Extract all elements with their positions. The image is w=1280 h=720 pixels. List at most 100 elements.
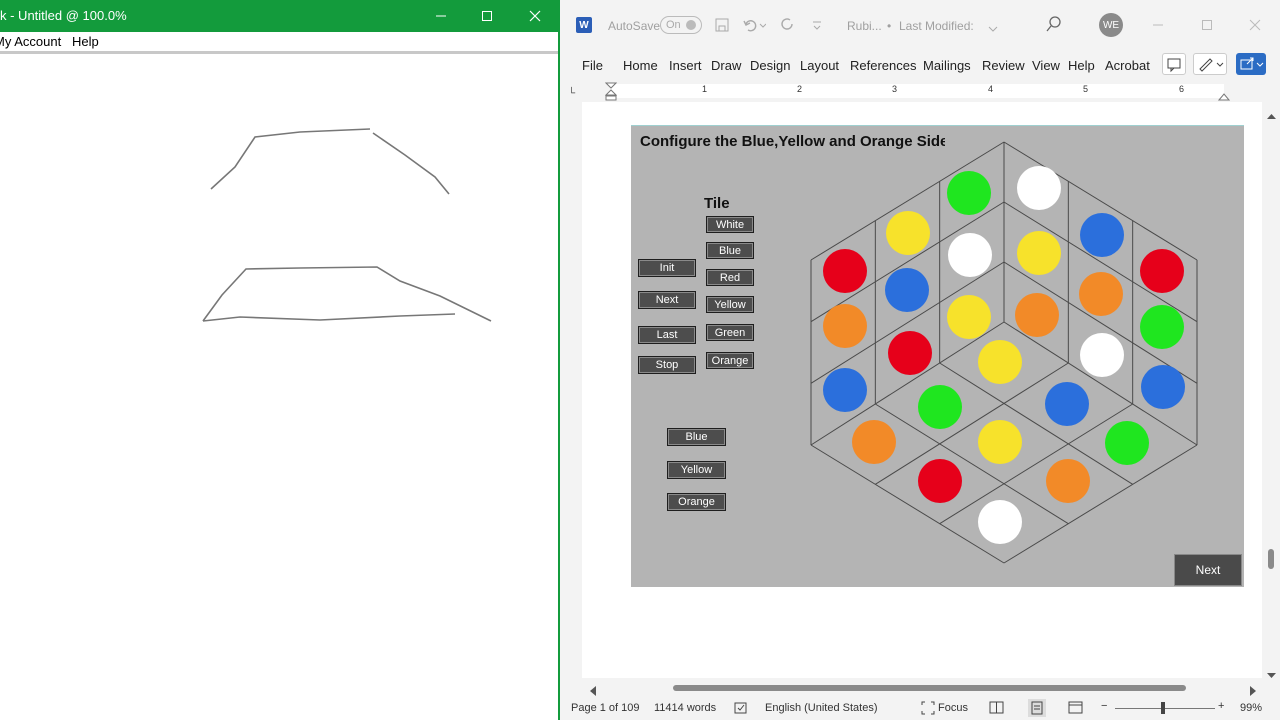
word-close-icon[interactable] — [1232, 9, 1278, 41]
cube-tile-orange[interactable] — [823, 304, 867, 348]
cube-tile-yellow[interactable] — [978, 340, 1022, 384]
cube-tile-white[interactable] — [1017, 166, 1061, 210]
word-maximize-icon[interactable] — [1184, 9, 1230, 41]
word-count[interactable]: 11414 words — [654, 702, 716, 714]
drawing-canvas[interactable] — [0, 55, 558, 720]
tab-design[interactable]: Design — [750, 58, 790, 73]
cube-tile-red[interactable] — [888, 331, 932, 375]
cube-tile-blue[interactable] — [1045, 382, 1089, 426]
page-count[interactable]: Page 1 of 109 — [571, 702, 640, 714]
word-minimize-icon[interactable] — [1135, 9, 1181, 41]
cube-tile-green[interactable] — [918, 385, 962, 429]
document-name[interactable]: Rubi... — [847, 19, 882, 33]
save-icon[interactable] — [714, 17, 730, 38]
cube-tile-red[interactable] — [823, 249, 867, 293]
cube-tile-blue[interactable] — [823, 368, 867, 412]
ribbon-tabs: File Home Insert Draw Design Layout Refe… — [560, 50, 1280, 80]
language[interactable]: English (United States) — [765, 702, 878, 714]
customize-toolbar-icon[interactable] — [812, 19, 822, 37]
tab-draw[interactable]: Draw — [711, 58, 741, 73]
tab-references[interactable]: References — [850, 58, 916, 73]
sketch-stroke-top-right — [372, 132, 450, 195]
grid-line — [875, 362, 1069, 485]
vertical-scroll-thumb[interactable] — [1268, 549, 1274, 569]
read-mode-icon[interactable] — [989, 701, 1005, 718]
cube-diagram[interactable] — [631, 126, 1244, 587]
zoom-slider-thumb[interactable] — [1161, 702, 1165, 714]
tab-help[interactable]: Help — [1068, 58, 1095, 73]
share-icon[interactable] — [1236, 53, 1266, 75]
scroll-up-icon[interactable] — [1267, 107, 1276, 125]
ruler-number: 4 — [988, 84, 994, 94]
cube-tile-orange[interactable] — [1046, 459, 1090, 503]
focus-icon[interactable] — [921, 701, 935, 718]
menu-help[interactable]: Help — [72, 34, 99, 49]
cube-tile-yellow[interactable] — [978, 420, 1022, 464]
horizontal-scroll-thumb[interactable] — [673, 685, 1186, 691]
tab-insert[interactable]: Insert — [669, 58, 702, 73]
chevron-down-icon[interactable] — [988, 20, 998, 38]
comments-icon[interactable] — [1162, 53, 1186, 75]
tab-acrobat[interactable]: Acrobat — [1105, 58, 1150, 73]
user-avatar[interactable]: WE — [1099, 13, 1123, 37]
focus-label[interactable]: Focus — [938, 702, 968, 714]
cube-tile-blue[interactable] — [1141, 365, 1185, 409]
tab-stop-icon[interactable]: └ — [568, 88, 575, 99]
close-icon[interactable] — [512, 0, 558, 32]
cube-tile-blue[interactable] — [885, 268, 929, 312]
sketch-stroke-bottom — [202, 266, 492, 322]
sketch-stroke-top — [210, 128, 371, 190]
editing-mode-icon[interactable] — [1193, 53, 1227, 75]
cube-tile-white[interactable] — [1080, 333, 1124, 377]
cube-tile-green[interactable] — [1105, 421, 1149, 465]
horizontal-scrollbar[interactable] — [582, 678, 1262, 698]
next-page-button[interactable]: Next — [1174, 554, 1242, 586]
cube-tile-orange[interactable] — [1079, 272, 1123, 316]
zoom-out-icon[interactable]: − — [1101, 700, 1107, 712]
cube-tile-red[interactable] — [1140, 249, 1184, 293]
autosave-state: On — [666, 19, 681, 31]
minimize-icon[interactable] — [418, 0, 464, 32]
cube-tile-green[interactable] — [1140, 305, 1184, 349]
cube-tile-orange[interactable] — [1015, 293, 1059, 337]
cube-tile-yellow[interactable] — [1017, 231, 1061, 275]
tab-file[interactable]: File — [582, 58, 603, 73]
zoom-slider[interactable] — [1115, 702, 1215, 714]
zoom-level[interactable]: 99% — [1240, 702, 1262, 714]
tab-view[interactable]: View — [1032, 58, 1060, 73]
scroll-down-icon[interactable] — [1267, 666, 1276, 684]
document-page[interactable]: Configure the Blue,Yellow and Orange Sid… — [582, 102, 1262, 678]
undo-icon[interactable] — [742, 17, 767, 38]
zoom-in-icon[interactable]: + — [1218, 700, 1224, 712]
sketch-stroke-base — [202, 313, 456, 322]
print-layout-icon[interactable] — [1028, 699, 1046, 717]
cube-tile-white[interactable] — [978, 500, 1022, 544]
cube-tile-yellow[interactable] — [947, 295, 991, 339]
cube-tile-orange[interactable] — [852, 420, 896, 464]
ruler-number: 1 — [702, 84, 708, 94]
toggle-knob — [686, 20, 696, 30]
cube-tile-blue[interactable] — [1080, 213, 1124, 257]
autosave-toggle[interactable]: On — [660, 16, 702, 34]
rubik-configurator-image: Configure the Blue,Yellow and Orange Sid… — [631, 125, 1244, 587]
tab-mailings[interactable]: Mailings — [923, 58, 971, 73]
ruler-number: 6 — [1179, 84, 1185, 94]
ruler-number: 5 — [1083, 84, 1089, 94]
menu-my-account[interactable]: My Account — [0, 34, 61, 49]
search-icon[interactable] — [1046, 16, 1062, 37]
web-layout-icon[interactable] — [1068, 701, 1084, 718]
horizontal-ruler: └ 1 2 3 4 5 6 — [560, 82, 1280, 102]
cube-tile-red[interactable] — [918, 459, 962, 503]
proofing-icon[interactable] — [734, 701, 750, 718]
maximize-icon[interactable] — [464, 0, 510, 32]
cube-tile-yellow[interactable] — [886, 211, 930, 255]
vertical-scrollbar[interactable] — [1262, 102, 1280, 678]
grid-line — [939, 403, 1133, 525]
last-modified[interactable]: Last Modified: — [899, 19, 974, 33]
cube-tile-white[interactable] — [948, 233, 992, 277]
cube-tile-green[interactable] — [947, 171, 991, 215]
redo-icon[interactable] — [780, 17, 796, 38]
tab-home[interactable]: Home — [623, 58, 658, 73]
tab-layout[interactable]: Layout — [800, 58, 839, 73]
tab-review[interactable]: Review — [982, 58, 1025, 73]
